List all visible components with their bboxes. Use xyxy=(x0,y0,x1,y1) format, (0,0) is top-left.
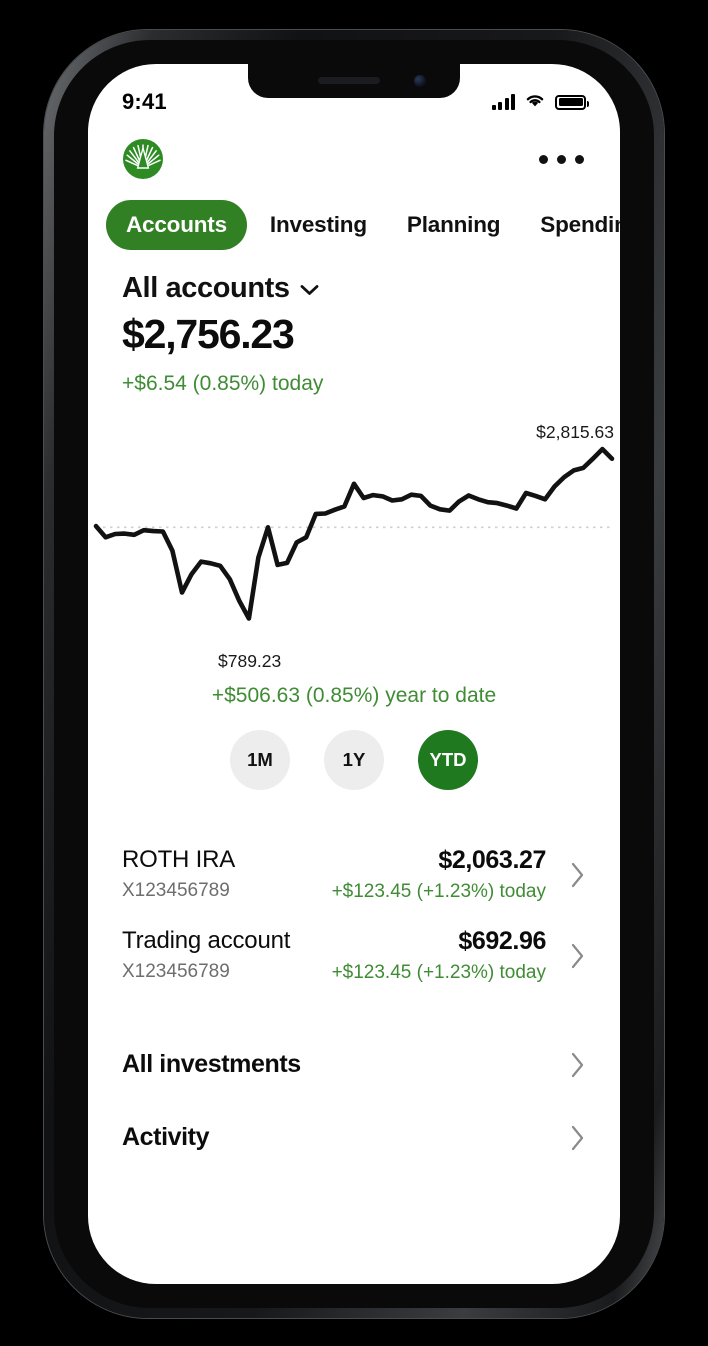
phone-screen: 9:41 Accounts Investing Planning Spendi … xyxy=(88,64,620,1284)
battery-full-icon xyxy=(555,94,589,110)
status-icons xyxy=(491,92,589,113)
tab-accounts[interactable]: Accounts xyxy=(106,200,247,250)
account-selector[interactable]: All accounts xyxy=(122,272,586,305)
account-figures: $692.96 +$123.45 (+1.23%) today xyxy=(331,927,547,984)
total-balance: $2,756.23 xyxy=(122,311,295,357)
link-label: All investments xyxy=(122,1050,301,1078)
more-options-icon[interactable] xyxy=(537,147,586,172)
account-name: Trading account xyxy=(122,927,291,954)
cellular-signal-icon xyxy=(491,94,515,110)
brand-logo xyxy=(122,138,164,180)
chevron-right-icon xyxy=(570,942,586,970)
range-button-1m[interactable]: 1M xyxy=(230,730,290,790)
account-number: X123456789 xyxy=(122,961,230,982)
earpiece-speaker xyxy=(318,77,381,84)
front-camera xyxy=(414,75,426,87)
tab-spending[interactable]: Spending xyxy=(523,200,620,250)
range-button-1y[interactable]: 1Y xyxy=(324,730,384,790)
chart-series-line xyxy=(93,446,615,621)
chart-low-label: $789.23 xyxy=(218,651,282,671)
chart-line-svg xyxy=(93,446,615,621)
account-number: X123456789 xyxy=(122,880,230,901)
range-selector: 1M 1Y YTD xyxy=(88,730,620,790)
account-name: ROTH IRA xyxy=(122,846,236,873)
performance-chart[interactable]: $2,815.63 $789.23 xyxy=(88,408,620,678)
account-identity: Trading account X123456789 xyxy=(122,927,290,983)
screenshot-stage: 9:41 Accounts Investing Planning Spendi … xyxy=(0,0,708,1346)
primary-tabs: Accounts Investing Planning Spending xyxy=(88,180,620,250)
table-row[interactable]: Trading account X123456789 $692.96 +$123… xyxy=(122,913,586,994)
account-identity: ROTH IRA X123456789 xyxy=(122,846,235,902)
account-value: $692.96 xyxy=(458,927,546,955)
chart-high-label: $2,815.63 xyxy=(536,422,614,442)
link-all-investments[interactable]: All investments xyxy=(122,1028,586,1101)
account-figures: $2,063.27 +$123.45 (+1.23%) today xyxy=(331,846,547,903)
account-value: $2,063.27 xyxy=(438,846,546,874)
table-row[interactable]: ROTH IRA X123456789 $2,063.27 +$123.45 (… xyxy=(122,832,586,913)
account-selector-label: All accounts xyxy=(122,272,290,304)
secondary-links: All investments Activity xyxy=(88,1028,620,1174)
today-change: +$6.54 (0.85%) today xyxy=(122,372,324,395)
account-change: +$123.45 (+1.23%) today xyxy=(331,962,546,983)
chevron-right-icon xyxy=(570,1124,586,1152)
display-notch xyxy=(248,64,460,98)
tab-investing[interactable]: Investing xyxy=(253,200,384,250)
tab-planning[interactable]: Planning xyxy=(390,200,517,250)
chevron-right-icon xyxy=(570,861,586,889)
chevron-down-icon xyxy=(300,283,319,295)
link-label: Activity xyxy=(122,1123,210,1151)
wifi-icon xyxy=(524,92,546,113)
app-header xyxy=(88,124,620,180)
chevron-right-icon xyxy=(570,1051,586,1079)
balance-summary: All accounts $2,756.23 +$6.54 (0.85%) to… xyxy=(88,250,620,396)
account-change: +$123.45 (+1.23%) today xyxy=(331,881,546,902)
link-activity[interactable]: Activity xyxy=(122,1101,586,1174)
period-change: +$506.63 (0.85%) year to date xyxy=(211,684,497,707)
accounts-list: ROTH IRA X123456789 $2,063.27 +$123.45 (… xyxy=(88,832,620,994)
range-button-ytd[interactable]: YTD xyxy=(418,730,478,790)
status-time: 9:41 xyxy=(122,89,167,114)
